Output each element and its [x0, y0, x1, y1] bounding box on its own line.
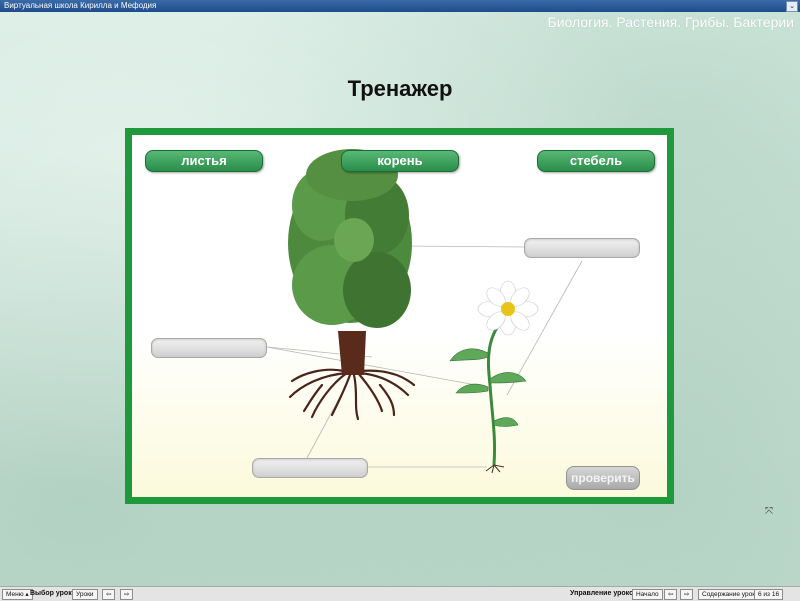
tree-roots	[288, 368, 416, 421]
page-counter: 6 из 16	[754, 589, 784, 600]
subject-title: Биология. Растения. Грибы. Бактерии	[547, 14, 794, 30]
arrow-right-icon[interactable]: ⇨	[120, 589, 134, 600]
tree-crown	[288, 149, 412, 328]
answer-slot-3[interactable]	[252, 458, 368, 478]
word-card-stem[interactable]: стебель	[537, 150, 655, 172]
check-button[interactable]: проверить	[566, 466, 640, 490]
menu-button[interactable]: Меню ▴	[2, 589, 33, 600]
answer-slot-2[interactable]	[151, 338, 267, 358]
chevron-down-icon[interactable]: ⌄	[786, 1, 798, 12]
exercise-panel: листья корень стебель проверить	[125, 128, 674, 504]
arrow-left-icon[interactable]: ⇦	[102, 589, 116, 600]
window-title: Виртуальная школа Кирилла и Мефодия	[4, 1, 157, 10]
start-button[interactable]: Начало	[632, 589, 663, 600]
resize-icon[interactable]: ⤧	[765, 506, 773, 517]
arrow-right-icon[interactable]: ⇨	[680, 589, 694, 600]
tree-trunk	[338, 331, 366, 375]
answer-slot-1[interactable]	[524, 238, 640, 258]
page-title: Тренажер	[347, 76, 453, 101]
arrow-left-icon[interactable]: ⇦	[664, 589, 678, 600]
plant-illustration	[266, 149, 583, 474]
status-bar: Меню ▴ Выбор урока: Уроки ⇦ ⇨ Управление…	[0, 586, 800, 601]
window-titlebar: Виртуальная школа Кирилла и Мефодия ⌄	[0, 0, 800, 12]
word-card-leaves[interactable]: листья	[145, 150, 263, 172]
lessons-button[interactable]: Уроки	[72, 589, 98, 600]
lesson-select-label: Выбор урока:	[30, 590, 78, 597]
exercise-canvas: листья корень стебель проверить	[132, 135, 667, 497]
lesson-control-label: Управление уроком:	[570, 590, 641, 597]
word-card-root[interactable]: корень	[341, 150, 459, 172]
daisy-plant	[449, 280, 539, 474]
